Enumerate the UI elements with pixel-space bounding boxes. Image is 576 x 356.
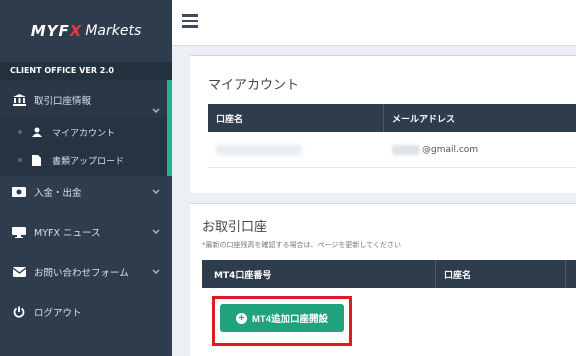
main-content: マイアカウント 口座名 メールアドレス @gmail.com お取引口座 *最新…: [172, 47, 576, 356]
sidebar: MYF X Markets CLIENT OFFICE VER 2.0 取引口座情報…: [0, 0, 172, 356]
sidebar-item-label: 取引口座情報: [34, 96, 92, 107]
logo-text-x: X: [69, 22, 82, 40]
sidebar-item-label: MYFX ニュース: [34, 228, 101, 239]
refresh-note: *最新の口座残高を確認する場合は、ページを更新してください: [202, 241, 401, 249]
money-icon: [10, 187, 28, 197]
trading-accounts-panel: お取引口座 *最新の口座残高を確認する場合は、ページを更新してください MT4口…: [190, 203, 576, 356]
document-icon: [32, 154, 44, 166]
email-cell: @gmail.com: [384, 144, 576, 155]
hamburger-menu-icon[interactable]: [182, 14, 198, 28]
version-label: CLIENT OFFICE VER 2.0: [0, 62, 172, 80]
sidebar-item-label: お問い合わせフォーム: [34, 268, 129, 279]
email-value: @gmail.com: [422, 144, 479, 155]
chevron-down-icon[interactable]: [152, 187, 160, 198]
sidebar-item-document-upload[interactable]: 書類アップロード: [0, 149, 167, 171]
panel-title: マイアカウント: [208, 78, 300, 93]
submenu-account-info: マイアカウント 書類アップロード: [0, 118, 167, 176]
plus-circle-icon: +: [235, 312, 247, 324]
sidebar-item-contact-form[interactable]: お問い合わせフォーム: [0, 252, 172, 292]
bullet-icon: [18, 130, 22, 134]
sidebar-item-my-account[interactable]: マイアカウント: [0, 121, 167, 143]
sidebar-item-deposit-withdraw[interactable]: 入金・出金: [0, 172, 172, 212]
bullet-icon: [18, 158, 22, 162]
top-bar: [172, 0, 576, 46]
monitor-icon: [10, 226, 28, 238]
open-mt4-account-button[interactable]: + MT4追加口座開設: [220, 304, 344, 332]
sidebar-item-logout[interactable]: ログアウト: [0, 292, 172, 332]
redacted-text: [392, 144, 420, 155]
table-row: @gmail.com: [208, 132, 576, 168]
logo-text-myf: MYF: [30, 22, 70, 40]
envelope-icon: [10, 267, 28, 277]
my-account-panel: マイアカウント 口座名 メールアドレス @gmail.com: [190, 55, 576, 193]
sidebar-item-label: 入金・出金: [34, 188, 82, 199]
bank-icon: [10, 94, 28, 106]
column-header: MT4口座番号: [202, 260, 436, 288]
column-header: 口座名: [208, 104, 384, 132]
user-icon: [32, 127, 44, 137]
button-label: MT4追加口座開設: [251, 314, 328, 325]
sidebar-item-label: ログアウト: [34, 308, 82, 319]
sidebar-item-label: マイアカウント: [52, 128, 116, 139]
panel-title: お取引口座: [202, 220, 268, 235]
brand-logo[interactable]: MYF X Markets: [0, 0, 172, 62]
sidebar-item-label: 書類アップロード: [52, 156, 125, 167]
column-header: メールアドレス: [392, 114, 456, 125]
sidebar-item-account-info[interactable]: 取引口座情報: [0, 80, 172, 120]
trading-table-header: MT4口座番号 口座名: [202, 260, 576, 288]
chevron-down-icon[interactable]: [152, 106, 160, 117]
power-icon: [10, 306, 28, 318]
chevron-down-icon[interactable]: [152, 267, 160, 278]
column-header: 口座名: [436, 260, 566, 288]
logo-text-markets: Markets: [85, 23, 142, 39]
sidebar-item-news[interactable]: MYFX ニュース: [0, 212, 172, 252]
account-name-cell: [208, 144, 384, 155]
chevron-down-icon[interactable]: [152, 227, 160, 238]
account-table-header: 口座名 メールアドレス: [208, 104, 576, 132]
redacted-text: [216, 144, 302, 155]
